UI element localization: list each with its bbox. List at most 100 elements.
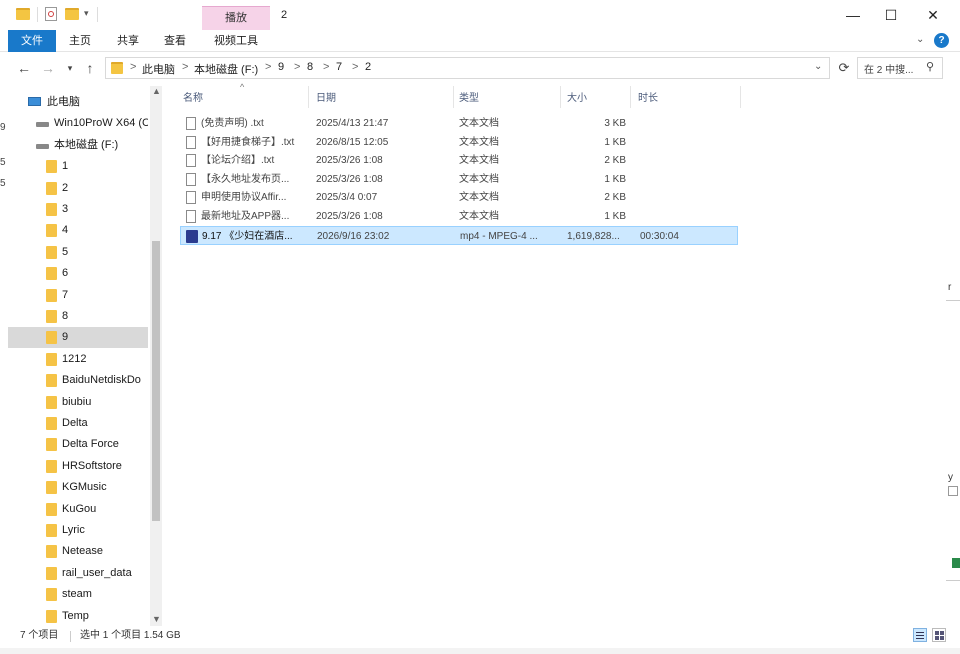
column-duration[interactable]: 时长 bbox=[638, 90, 658, 108]
breadcrumb-8[interactable]: 8 bbox=[307, 61, 313, 73]
drive-icon bbox=[36, 143, 49, 149]
nav-item[interactable]: 4 bbox=[8, 220, 148, 241]
nav-item[interactable]: rail_user_data bbox=[8, 563, 148, 584]
forward-arrow-icon[interactable]: → bbox=[38, 58, 58, 78]
file-row[interactable]: 【永久地址发布页... 2025/3/26 1:08 文本文档 1 KB bbox=[180, 170, 738, 189]
nav-item[interactable]: Lyric bbox=[8, 520, 148, 541]
tab-label: 视频工具 bbox=[214, 35, 258, 47]
new-folder-icon[interactable] bbox=[65, 8, 79, 20]
help-icon[interactable]: ? bbox=[934, 33, 949, 48]
folder-icon bbox=[46, 609, 57, 623]
back-arrow-icon[interactable]: ← bbox=[14, 58, 34, 78]
search-input[interactable]: 在 2 中搜... bbox=[864, 61, 913, 76]
nav-item-label: steam bbox=[62, 588, 92, 601]
nav-item-label: Lyric bbox=[62, 524, 85, 536]
tab-view[interactable]: 查看 bbox=[155, 30, 195, 52]
nav-item[interactable]: BaiduNetdiskDo bbox=[8, 370, 148, 391]
scroll-down-icon[interactable]: ▼ bbox=[152, 614, 161, 624]
nav-item-label: Delta Force bbox=[62, 438, 119, 451]
nav-item[interactable]: Win10ProW X64 (C bbox=[8, 113, 148, 134]
nav-item[interactable]: HRSoftstore bbox=[8, 456, 148, 477]
properties-icon[interactable] bbox=[45, 7, 57, 21]
column-divider[interactable] bbox=[453, 86, 454, 108]
refresh-icon[interactable]: ⟳ bbox=[834, 58, 854, 78]
address-dropdown-icon[interactable]: ⌄ bbox=[814, 61, 822, 72]
nav-item[interactable]: Temp bbox=[8, 606, 148, 627]
folder-icon bbox=[111, 62, 123, 74]
breadcrumb-this-pc[interactable]: 此电脑 bbox=[142, 61, 175, 77]
computer-icon bbox=[28, 97, 41, 106]
nav-item[interactable]: Delta Force bbox=[8, 434, 148, 455]
nav-item[interactable]: 3 bbox=[8, 199, 148, 220]
address-bar[interactable]: > 此电脑 > 本地磁盘 (F:) > 9 > 8 > 7 > 2 ⌄ bbox=[105, 57, 830, 79]
nav-item[interactable]: 本地磁盘 (F:) bbox=[8, 135, 148, 156]
nav-item[interactable]: 9 bbox=[8, 327, 148, 349]
file-row[interactable]: 9.17 《少妇在酒店... 2026/9/16 23:02 mp4 - MPEG-… bbox=[180, 225, 738, 245]
tab-file[interactable]: 文件 bbox=[8, 30, 56, 52]
folder-icon bbox=[46, 310, 57, 323]
details-view-icon[interactable] bbox=[913, 628, 927, 642]
nav-item[interactable]: 2 bbox=[8, 178, 148, 199]
file-name: 申明使用协议Affir... bbox=[201, 192, 287, 204]
nav-item[interactable]: 8 bbox=[8, 306, 148, 327]
scroll-thumb[interactable] bbox=[152, 241, 160, 521]
column-divider[interactable] bbox=[630, 86, 631, 108]
nav-item[interactable]: KuGou bbox=[8, 499, 148, 520]
file-type: 文本文档 bbox=[459, 173, 499, 185]
column-divider[interactable] bbox=[560, 86, 561, 108]
nav-item[interactable]: biubiu bbox=[8, 392, 148, 413]
nav-item[interactable]: Delta bbox=[8, 413, 148, 434]
nav-item[interactable]: 1 bbox=[8, 156, 148, 177]
nav-item[interactable]: 5 bbox=[8, 242, 148, 263]
nav-item[interactable]: 6 bbox=[8, 263, 148, 284]
file-row[interactable]: 【好用捷食梯子】.txt 2026/8/15 12:05 文本文档 1 KB bbox=[180, 133, 738, 152]
up-arrow-icon[interactable]: ↑ bbox=[80, 58, 100, 78]
breadcrumb-drive-f[interactable]: 本地磁盘 (F:) bbox=[194, 61, 258, 77]
nav-item[interactable]: 此电脑 bbox=[8, 92, 148, 113]
tab-home[interactable]: 主页 bbox=[60, 30, 100, 52]
file-size: 1 KB bbox=[604, 136, 626, 148]
folder-icon bbox=[46, 331, 57, 345]
tab-video-tools[interactable]: 视频工具 bbox=[202, 30, 270, 52]
clipped-text: 5 bbox=[0, 178, 6, 189]
file-row[interactable]: 最新地址及APP器... 2025/3/26 1:08 文本文档 1 KB bbox=[180, 207, 738, 226]
file-row[interactable]: 申明使用协议Affir... 2025/3/4 0:07 文本文档 2 KB bbox=[180, 188, 738, 207]
breadcrumb-7[interactable]: 7 bbox=[336, 61, 342, 73]
column-date[interactable]: 日期 bbox=[316, 90, 336, 108]
column-divider[interactable] bbox=[740, 86, 741, 108]
tab-share[interactable]: 共享 bbox=[108, 30, 148, 52]
large-icons-view-icon[interactable] bbox=[932, 628, 946, 642]
file-name: 【好用捷食梯子】.txt bbox=[201, 136, 295, 148]
nav-item-label: 5 bbox=[62, 245, 69, 258]
file-row[interactable]: (免责声明) .txt 2025/4/13 21:47 文本文档 3 KB bbox=[180, 114, 738, 133]
nav-item-label: 此电脑 bbox=[47, 96, 80, 108]
breadcrumb-2[interactable]: 2 bbox=[365, 61, 371, 73]
nav-item[interactable]: KGMusic bbox=[8, 477, 148, 498]
nav-item-label: 9 bbox=[62, 331, 69, 344]
nav-item[interactable]: Netease bbox=[8, 541, 148, 562]
nav-item[interactable]: 7 bbox=[8, 285, 148, 306]
breadcrumb-9[interactable]: 9 bbox=[278, 61, 284, 73]
scroll-up-icon[interactable]: ▲ bbox=[152, 86, 161, 96]
tab-label: 文件 bbox=[21, 35, 43, 47]
qa-separator bbox=[97, 7, 98, 22]
chevron-down-icon[interactable]: ▾ bbox=[84, 8, 89, 19]
search-box[interactable]: 在 2 中搜... ⚲ bbox=[857, 57, 943, 79]
column-name[interactable]: 名称 bbox=[183, 90, 203, 108]
ribbon-tabs: 文件 主页 共享 查看 视频工具 ⌄ ? bbox=[0, 30, 960, 52]
nav-scrollbar[interactable]: ▲ ▼ bbox=[150, 86, 162, 626]
maximize-button[interactable]: ☐ bbox=[868, 0, 914, 30]
nav-item[interactable]: 1212 bbox=[8, 349, 148, 370]
folder-icon[interactable] bbox=[16, 8, 30, 20]
column-size[interactable]: 大小 bbox=[567, 90, 587, 108]
ribbon-collapse-icon[interactable]: ⌄ bbox=[916, 34, 924, 45]
column-type[interactable]: 类型 bbox=[459, 90, 479, 108]
nav-item-label: Win10ProW X64 (C bbox=[54, 117, 148, 130]
right-edge: r y bbox=[946, 80, 960, 654]
nav-item-label: KGMusic bbox=[62, 481, 107, 494]
nav-item[interactable]: steam bbox=[8, 584, 148, 605]
close-button[interactable]: ✕ bbox=[910, 0, 956, 30]
column-divider[interactable] bbox=[308, 86, 309, 108]
file-row[interactable]: 【论坛介绍】.txt 2025/3/26 1:08 文本文档 2 KB bbox=[180, 151, 738, 170]
recent-chevron-icon[interactable]: ▾ bbox=[60, 58, 80, 78]
